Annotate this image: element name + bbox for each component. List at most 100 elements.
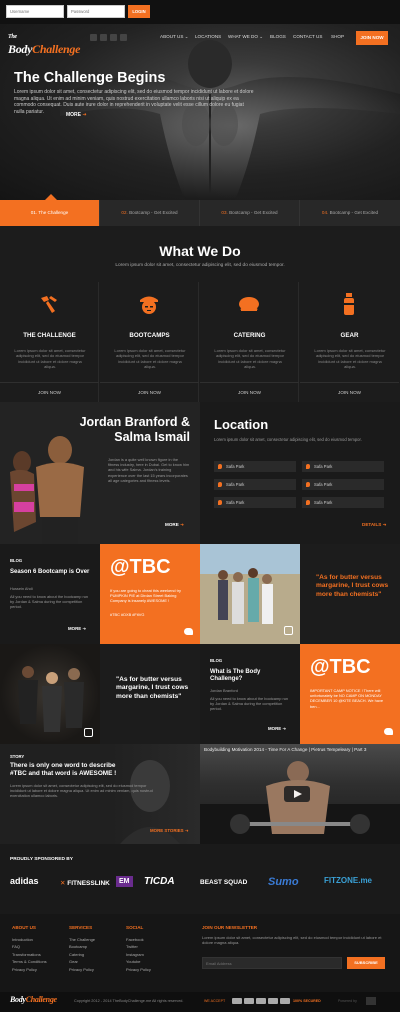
footer-link[interactable]: Introduction (12, 936, 47, 943)
footer-link[interactable]: The Challenge (69, 936, 95, 943)
sponsor-em-logo[interactable]: EM (116, 876, 133, 887)
map-pin-icon (306, 482, 310, 487)
tab-bootcamp-2[interactable]: 03. Bootcamp - Get Excited (200, 200, 300, 226)
nav-shop[interactable]: SHOP (331, 34, 344, 39)
facebook-icon[interactable] (90, 34, 97, 41)
blog-card[interactable]: BLOG What is The Body Challenge? Jordan … (200, 644, 300, 744)
location-item[interactable]: Safa Park (302, 461, 384, 472)
footer-link[interactable]: Bootcamp (69, 943, 95, 950)
blog-more-link[interactable]: MORE ➜ (268, 726, 286, 732)
footer-link[interactable]: FAQ (12, 943, 47, 950)
more-stories-link[interactable]: MORE STORIES ➜ (150, 828, 189, 834)
footer-logo[interactable]: BodyChallenge (10, 995, 57, 1004)
chicken-leg-icon (239, 297, 259, 311)
sponsor-ticda-logo[interactable]: TICDA (144, 876, 175, 887)
sponsor-fitnesslink-logo[interactable]: ✕ FITNESSLINK (60, 879, 110, 887)
tweet-text: IMPORTANT CAMP NOTICE ! There will unfor… (310, 688, 384, 709)
join-now-link[interactable]: JOIN NOW (0, 382, 99, 402)
blog-tag: BLOG (10, 558, 23, 563)
story-title: There is only one word to describe #TBC … (10, 762, 117, 777)
login-button[interactable]: LOGIN (128, 5, 150, 18)
location-item[interactable]: Safa Park (214, 479, 296, 490)
service-text: Lorem ipsum dolor sit amet, consectetur … (114, 348, 186, 370)
hero-more-link[interactable]: MORE ➜ (66, 112, 87, 118)
service-the-challenge: THE CHALLENGE Lorem ipsum dolor sit amet… (0, 282, 99, 402)
youtube-icon[interactable] (120, 34, 127, 41)
amex-icon (268, 998, 278, 1004)
sponsor-sumo-logo[interactable]: Sumo (268, 876, 299, 888)
subscribe-button[interactable]: SUBSCRIBE (347, 957, 385, 969)
powered-by-label: Powered by (338, 999, 357, 1003)
sponsor-beast-squad-logo[interactable]: BEAST SQUAD (200, 879, 247, 886)
blog-card[interactable]: BLOG Season 6 Bootcamp is Over Hussein A… (0, 544, 100, 644)
trainers-text: Jordan is a quite well known figure in t… (108, 457, 190, 483)
blog-tag: BLOG (210, 658, 223, 663)
feature-tabs: 01. The Challenge 02. Bootcamp - Get Exc… (0, 200, 400, 226)
secured-label: 100% SECURED (293, 999, 321, 1003)
location-item[interactable]: Safa Park (302, 497, 384, 508)
footer-link[interactable]: Instagram (126, 951, 151, 958)
footer-link[interactable]: Transformations (12, 951, 47, 958)
footer-link[interactable]: Facebook (126, 936, 151, 943)
nav-what-we-do[interactable]: WHAT WE DO ⌄ (228, 34, 263, 40)
we-accept-label: WE ACCEPT (204, 999, 226, 1003)
powered-by-logo-icon[interactable] (366, 997, 376, 1005)
water-bottle-icon (344, 293, 354, 315)
join-now-link[interactable]: JOIN NOW (200, 382, 299, 402)
service-text: Lorem ipsum dolor sit amet, consectetur … (214, 348, 286, 370)
blog-excerpt: All you need to know about the bootcamp … (210, 696, 289, 712)
footer-link[interactable]: Youtube (126, 958, 151, 965)
sponsor-adidas-logo[interactable]: adidas (10, 876, 39, 886)
nav-blogs[interactable]: BLOGS (270, 34, 286, 39)
quote-text: "As for butter versus margarine, I trust… (316, 574, 389, 598)
twitter-icon[interactable] (100, 34, 107, 41)
map-pin-icon (306, 464, 310, 469)
instagram-icon[interactable] (110, 34, 117, 41)
location-item[interactable]: Safa Park (214, 461, 296, 472)
footer-link[interactable]: Privacy Policy (126, 966, 151, 973)
trainers-more-link[interactable]: MORE ➜ (165, 522, 184, 528)
tab-the-challenge[interactable]: 01. The Challenge (0, 200, 100, 226)
footer-link[interactable]: Privacy Policy (12, 966, 47, 973)
tab-bootcamp-1[interactable]: 02. Bootcamp - Get Excited (100, 200, 200, 226)
location-details-link[interactable]: DETAILS ➜ (362, 522, 386, 528)
site-logo[interactable]: The BodyChallenge (8, 27, 80, 56)
nav-about-us[interactable]: ABOUT US ⌄ (160, 34, 189, 40)
join-now-link[interactable]: JOIN NOW (100, 382, 199, 402)
username-input[interactable] (6, 5, 64, 18)
twitter-bird-icon[interactable] (184, 628, 193, 635)
service-text: Lorem ipsum dolor sit amet, consectetur … (14, 348, 86, 370)
footer-link[interactable]: Gear (69, 958, 95, 965)
footer-link[interactable]: Catering (69, 951, 95, 958)
instagram-icon[interactable] (84, 728, 93, 737)
twitter-handle[interactable]: @TBC (110, 556, 171, 579)
location-item[interactable]: Safa Park (214, 497, 296, 508)
service-bootcamps: BOOTCAMPS Lorem ipsum dolor sit amet, co… (100, 282, 199, 402)
sponsor-fitzone-logo[interactable]: FITZONE.me (324, 876, 372, 885)
nav-contact-us[interactable]: CONTACT US (293, 34, 322, 39)
footer-link[interactable]: Privacy Policy (69, 966, 95, 973)
password-input[interactable] (67, 5, 125, 18)
service-text: Lorem ipsum dolor sit amet, consectetur … (314, 348, 386, 370)
join-now-button[interactable]: JOIN NOW (356, 31, 388, 45)
location-item[interactable]: Safa Park (302, 479, 384, 490)
play-button-icon[interactable] (284, 786, 310, 802)
join-now-link[interactable]: JOIN NOW (300, 382, 399, 402)
footer-about-links: Introduction FAQ Transformations Terms &… (12, 936, 47, 973)
nav-locations[interactable]: LOCATIONS (195, 34, 221, 39)
tab-bootcamp-3[interactable]: 04. Bootcamp - Get Excited (300, 200, 400, 226)
instagram-icon[interactable] (284, 626, 293, 635)
service-title: GEAR (340, 332, 359, 339)
service-title: BOOTCAMPS (129, 332, 170, 339)
video-title[interactable]: Bodybuilding Motivation 2014 - Time For … (204, 747, 398, 752)
newsletter-email-input[interactable] (202, 957, 342, 969)
tweet-hashtags[interactable]: #TBC #DXB #FitVG (110, 612, 144, 617)
footer (0, 914, 400, 992)
page: LOGIN The BodyChallenge ABOUT US ⌄ LOCAT… (0, 0, 400, 1012)
discover-icon (280, 998, 290, 1004)
twitter-handle[interactable]: @TBC (310, 656, 371, 679)
blog-more-link[interactable]: MORE ➜ (68, 626, 86, 632)
twitter-bird-icon[interactable] (384, 728, 393, 735)
footer-link[interactable]: Terms & Conditions (12, 958, 47, 965)
footer-link[interactable]: Twitter (126, 943, 151, 950)
